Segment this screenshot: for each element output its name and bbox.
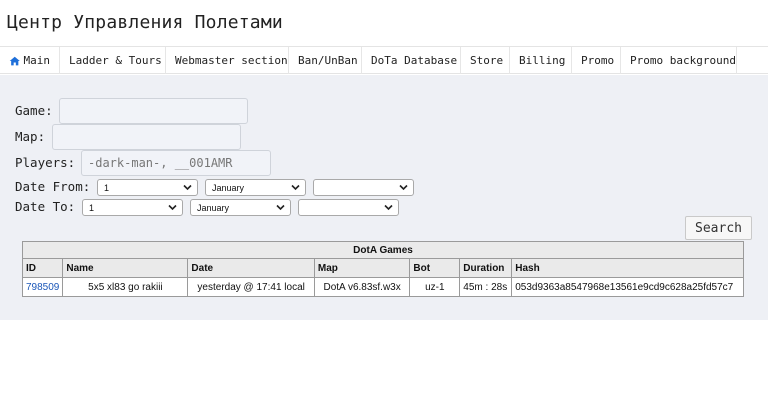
- table-row: 798509 5x5 xl83 go rakiii yesterday @ 17…: [21, 277, 744, 297]
- nav-item-label: Billing: [519, 54, 566, 67]
- select-value: 1: [89, 202, 95, 213]
- game-id-cell: 798509: [21, 277, 64, 297]
- game-duration-cell: 45m : 28s: [459, 277, 513, 297]
- date-from-month-select[interactable]: January: [205, 179, 306, 196]
- nav-item-webmaster-section[interactable]: Webmaster section: [166, 47, 289, 74]
- nav-item-label: Ladder & Tours: [69, 54, 162, 67]
- nav-item-label: Main: [23, 54, 51, 67]
- nav-item-billing[interactable]: Billing: [510, 47, 572, 74]
- game-map-cell: DotA v6.83sf.w3x: [313, 277, 411, 297]
- map-label: Map:: [15, 129, 46, 144]
- chevron-down-icon: [183, 184, 192, 191]
- game-name-cell: 5x5 xl83 go rakiii: [62, 277, 189, 297]
- game-label: Game:: [15, 103, 53, 118]
- date-to-day-select[interactable]: 1: [82, 199, 183, 216]
- column-header-id: ID: [21, 258, 64, 278]
- game-date-cell: yesterday @ 17:41 local: [187, 277, 315, 297]
- column-header-hash: Hash: [511, 258, 744, 278]
- game-hash-cell: 053d9363a8547968e13561e9cd9c628a25fd57c7: [511, 277, 744, 297]
- search-button[interactable]: Search: [685, 216, 752, 240]
- main-navbar: Main Ladder & Tours Webmaster section Ba…: [0, 46, 768, 74]
- nav-item-label: Ban/UnBan: [298, 54, 358, 67]
- nav-item-label: Webmaster section: [175, 54, 288, 67]
- table-caption: DotA Games: [22, 241, 744, 259]
- date-from-day-select[interactable]: 1: [97, 179, 198, 196]
- nav-item-ladder-tours[interactable]: Ladder & Tours: [60, 47, 166, 74]
- select-value: 1: [104, 182, 110, 193]
- select-value: January: [212, 182, 245, 193]
- date-from-label: Date From:: [15, 179, 91, 194]
- dota-games-table: DotA Games ID Name Date Map Bot Duration…: [21, 241, 744, 297]
- column-header-date: Date: [187, 258, 315, 278]
- date-from-year-select[interactable]: [313, 179, 414, 196]
- chevron-down-icon: [291, 184, 300, 191]
- nav-item-promo[interactable]: Promo: [572, 47, 621, 74]
- chevron-down-icon: [384, 204, 393, 211]
- column-header-duration: Duration: [459, 258, 513, 278]
- date-to-label: Date To:: [15, 199, 76, 214]
- column-header-map: Map: [313, 258, 411, 278]
- players-input[interactable]: [81, 150, 271, 176]
- column-header-bot: Bot: [409, 258, 461, 278]
- date-to-month-select[interactable]: January: [190, 199, 291, 216]
- nav-item-ban-unban[interactable]: Ban/UnBan: [289, 47, 362, 74]
- nav-item-label: Promo background: [630, 54, 736, 67]
- select-value: January: [197, 202, 230, 213]
- search-panel: Game: Map: Players: Date From: 1 January…: [0, 75, 768, 320]
- date-to-year-select[interactable]: [298, 199, 399, 216]
- chevron-down-icon: [168, 204, 177, 211]
- nav-item-store[interactable]: Store: [461, 47, 510, 74]
- players-label: Players:: [15, 155, 76, 170]
- chevron-down-icon: [399, 184, 408, 191]
- nav-item-promo-background[interactable]: Promo background: [621, 47, 737, 74]
- column-header-name: Name: [62, 258, 189, 278]
- nav-item-dota-database[interactable]: DoTa Database: [362, 47, 461, 74]
- game-bot-cell: uz-1: [409, 277, 461, 297]
- site-title: Центр Управления Полетами: [7, 12, 283, 33]
- home-icon: [9, 56, 20, 65]
- game-input[interactable]: [59, 98, 248, 124]
- nav-item-main[interactable]: Main: [0, 47, 60, 74]
- map-input[interactable]: [52, 124, 241, 150]
- nav-item-label: Promo: [581, 54, 615, 67]
- nav-item-label: DoTa Database: [371, 54, 458, 67]
- nav-item-label: Store: [470, 54, 504, 67]
- chevron-down-icon: [276, 204, 285, 211]
- game-id-link[interactable]: 798509: [26, 282, 59, 293]
